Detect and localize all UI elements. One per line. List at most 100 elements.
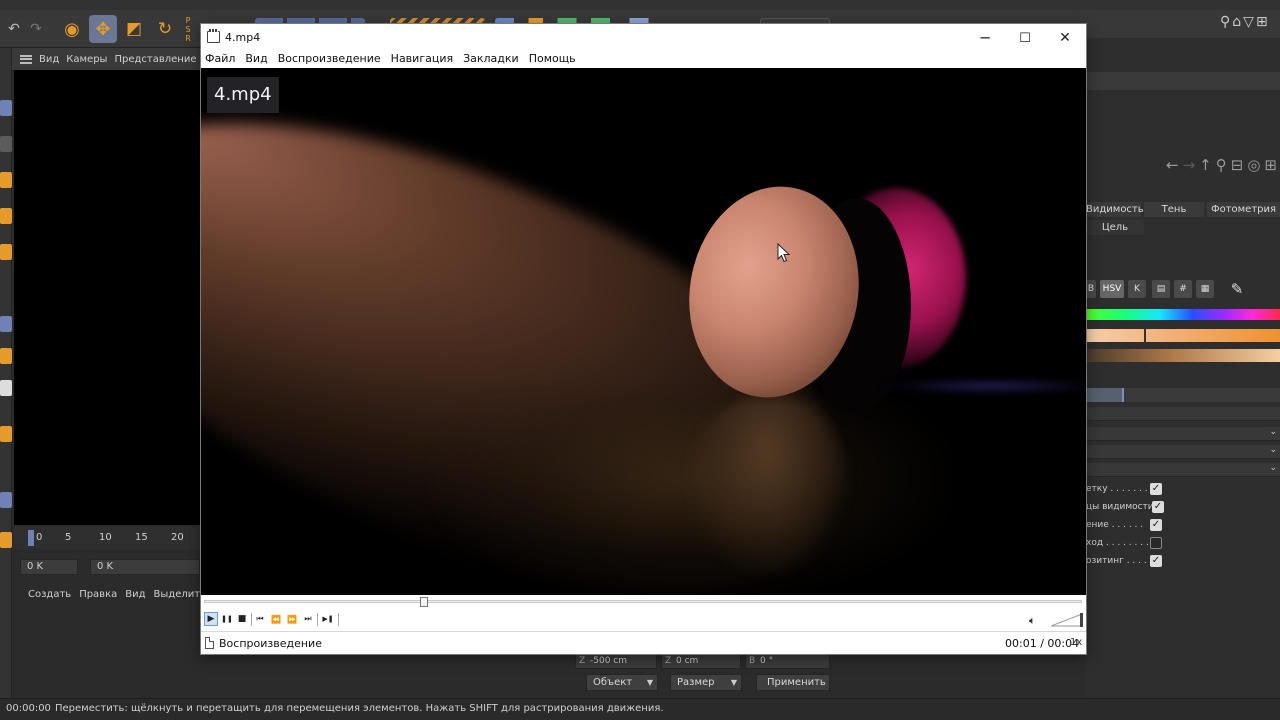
up-arrow-icon[interactable]: ↑: [1199, 156, 1216, 174]
menu-playback[interactable]: Воспроизведение: [278, 52, 381, 68]
object-menu-edit[interactable]: Правка: [79, 589, 117, 600]
menu-help[interactable]: Помощь: [529, 52, 576, 68]
tab-target[interactable]: Цель: [1086, 220, 1144, 235]
previous-button[interactable]: ⏮: [253, 612, 267, 626]
close-button[interactable]: ✕: [1045, 24, 1085, 52]
forward-arrow-icon[interactable]: →: [1183, 156, 1200, 174]
add-icon[interactable]: ⊞: [1264, 156, 1280, 174]
snap-icon[interactable]: [0, 316, 12, 332]
search-icon[interactable]: ⚲: [1220, 14, 1232, 30]
next-button[interactable]: ⏭: [301, 612, 315, 626]
apply-button[interactable]: Применить: [756, 674, 830, 691]
axis-icon[interactable]: [0, 348, 12, 364]
checkbox[interactable]: ✓: [1150, 483, 1162, 495]
saturation-slider[interactable]: [1086, 329, 1280, 342]
rewind-button[interactable]: ⏪: [269, 612, 283, 626]
select-tool-icon[interactable]: ◉: [58, 15, 86, 43]
redo-icon[interactable]: ↷: [22, 15, 50, 43]
rotate-tool-icon[interactable]: ↻: [151, 15, 179, 43]
locked-workplane-icon[interactable]: [0, 492, 12, 508]
hamburger-icon[interactable]: [20, 54, 32, 64]
tab-shadow[interactable]: Тень: [1144, 202, 1204, 217]
seek-bar[interactable]: [201, 595, 1086, 609]
color-mode-kelvin[interactable]: K: [1128, 280, 1146, 298]
attribute-dropdown[interactable]: ⌄: [1086, 427, 1280, 441]
menu-view[interactable]: Вид: [245, 52, 267, 68]
viewport-menu-view[interactable]: Вид: [39, 54, 59, 65]
current-frame-field[interactable]: 0 K: [90, 559, 200, 575]
pause-button[interactable]: ❚❚: [220, 612, 234, 626]
frame-step-button[interactable]: ▶❚: [321, 612, 335, 626]
minimize-button[interactable]: ─: [965, 24, 1005, 52]
start-frame-field[interactable]: 0 K: [20, 559, 78, 575]
object-menu-select[interactable]: Выделить: [154, 589, 200, 600]
scale-tool-icon[interactable]: ◩: [120, 15, 148, 43]
video-area[interactable]: 4.mp4: [201, 68, 1086, 595]
color-mode-hsv[interactable]: HSV: [1100, 280, 1124, 298]
attribute-row[interactable]: [1086, 407, 1280, 421]
stop-button[interactable]: ■: [235, 612, 249, 626]
timeline[interactable]: 0 5 10 15 20: [14, 527, 200, 549]
color-mode-rgb[interactable]: B: [1086, 280, 1096, 298]
points-mode-icon[interactable]: [0, 172, 12, 188]
size-mode-select[interactable]: Размер ▼: [670, 674, 742, 691]
move-tool-icon[interactable]: ✥: [89, 15, 117, 43]
back-arrow-icon[interactable]: ←: [1166, 156, 1183, 174]
play-button[interactable]: ▶: [204, 612, 218, 626]
panel-header-icons[interactable]: ⚲⌂▽⊞: [1220, 14, 1270, 30]
volume-slider[interactable]: [1051, 613, 1084, 627]
texture-mode-icon[interactable]: [0, 136, 12, 152]
seek-thumb[interactable]: [419, 597, 428, 607]
hex-icon[interactable]: #: [1174, 280, 1192, 298]
fast-forward-button[interactable]: ⏩: [285, 612, 299, 626]
menu-bookmarks[interactable]: Закладки: [463, 52, 519, 68]
checkbox-label: ход . . . . . . . .: [1086, 538, 1149, 548]
maximize-button[interactable]: ☐: [1005, 24, 1045, 52]
lock-icon[interactable]: ⊟: [1231, 156, 1248, 174]
seek-track[interactable]: [204, 600, 1082, 603]
attribute-dropdown[interactable]: ⌄: [1086, 445, 1280, 459]
object-manager-panel[interactable]: [14, 604, 200, 696]
title-bar[interactable]: 4.mp4 ─ ☐ ✕: [201, 24, 1086, 52]
attribute-dropdown[interactable]: ⌄: [1086, 463, 1280, 477]
object-menu-view[interactable]: Вид: [125, 589, 145, 600]
checkbox[interactable]: ✓: [1152, 501, 1164, 513]
playback-speed[interactable]: 1x: [1070, 637, 1082, 648]
hue-spectrum[interactable]: [1086, 309, 1280, 320]
object-menu-create[interactable]: Создать: [28, 589, 71, 600]
rotation-b-field[interactable]: B 0 °: [745, 654, 830, 669]
color-mixer-icon[interactable]: ▤: [1152, 280, 1170, 298]
tab-visibility[interactable]: Видимость: [1086, 202, 1144, 217]
timeline-cursor[interactable]: [28, 530, 34, 546]
target-icon[interactable]: ◎: [1247, 156, 1264, 174]
search-icon[interactable]: ⚲: [1216, 156, 1231, 174]
model-mode-icon[interactable]: [0, 100, 12, 116]
swatches-icon[interactable]: ▦: [1196, 280, 1214, 298]
checkbox[interactable]: [1150, 537, 1162, 549]
edges-mode-icon[interactable]: [0, 208, 12, 224]
eyedropper-icon[interactable]: ✎: [1228, 280, 1246, 298]
sculpt-icon[interactable]: [0, 380, 12, 396]
c4d-viewport[interactable]: [14, 70, 200, 525]
polygons-mode-icon[interactable]: [0, 244, 12, 260]
viewport-menu-cameras[interactable]: Камеры: [66, 54, 107, 65]
speaker-icon[interactable]: 🔈︎: [1029, 614, 1036, 628]
psr-icon[interactable]: PSR: [181, 15, 195, 43]
grid-icon[interactable]: ⊞: [1256, 14, 1270, 30]
size-z-field[interactable]: Z 0 cm: [661, 654, 741, 669]
saturation-cursor[interactable]: [1144, 327, 1146, 344]
object-mode-select[interactable]: Объект ▼: [586, 674, 658, 691]
tab-photometric[interactable]: Фотометрия: [1207, 202, 1280, 217]
window-title: 4.mp4: [225, 31, 261, 44]
menu-file[interactable]: Файл: [205, 52, 235, 68]
quantize-icon[interactable]: [0, 532, 12, 548]
checkbox[interactable]: ✓: [1150, 555, 1162, 567]
menu-navigation[interactable]: Навигация: [391, 52, 453, 68]
filter-icon[interactable]: ▽: [1243, 14, 1256, 30]
position-z-field[interactable]: Z -500 cm: [575, 654, 657, 669]
checkbox[interactable]: ✓: [1150, 519, 1162, 531]
workplane-icon[interactable]: [0, 426, 12, 442]
viewport-menu-display[interactable]: Представление: [114, 54, 196, 65]
value-slider[interactable]: [1086, 349, 1280, 362]
home-icon[interactable]: ⌂: [1232, 14, 1243, 30]
